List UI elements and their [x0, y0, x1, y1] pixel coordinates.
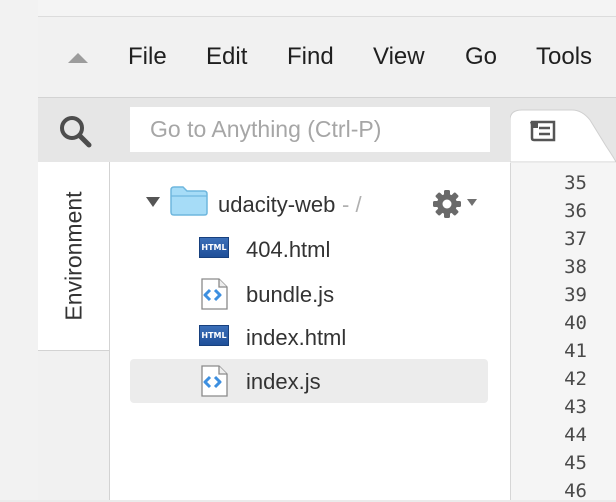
- line-number: 38: [564, 256, 587, 278]
- menu-edit[interactable]: Edit: [206, 43, 247, 71]
- html-file-icon: HTML: [199, 325, 229, 346]
- search-input[interactable]: [130, 107, 490, 152]
- caret-down-icon[interactable]: [146, 197, 160, 207]
- menu-file[interactable]: File: [128, 43, 167, 71]
- top-bar: [38, 0, 616, 17]
- editor-tab-icon: [530, 120, 558, 147]
- line-number: 44: [564, 424, 587, 446]
- editor-tabbar: [510, 98, 616, 162]
- menu-find[interactable]: Find: [287, 43, 334, 71]
- tree-root-folder[interactable]: udacity-web - /: [110, 182, 510, 226]
- file-name: index.js: [246, 369, 321, 394]
- line-number: 43: [564, 396, 587, 418]
- file-name: bundle.js: [246, 282, 335, 307]
- triangle-up-icon[interactable]: [68, 53, 88, 63]
- file-row-index-html[interactable]: HTML index.html: [130, 315, 488, 359]
- line-number: 41: [564, 340, 587, 362]
- gear-dropdown-icon[interactable]: [467, 199, 477, 206]
- gear-icon[interactable]: [432, 189, 462, 224]
- search-row: [38, 98, 510, 162]
- root-folder-path: - /: [342, 192, 362, 217]
- menubar: File Edit Find View Go Tools: [38, 17, 616, 98]
- line-number: 35: [564, 172, 587, 194]
- menu-view[interactable]: View: [373, 43, 425, 71]
- js-file-icon: [200, 278, 228, 315]
- line-number: 36: [564, 200, 587, 222]
- root-folder-name: udacity-web: [218, 192, 336, 217]
- search-icon[interactable]: [58, 114, 94, 150]
- editor-gutter: 35 36 37 38 39 40 41 42 43 44 45 46: [510, 163, 616, 502]
- line-number: 39: [564, 284, 587, 306]
- js-file-icon: [200, 365, 228, 402]
- file-name: 404.html: [246, 237, 331, 262]
- html-file-icon: HTML: [199, 237, 229, 258]
- sidebar-filler: [38, 351, 110, 500]
- line-number: 46: [564, 480, 587, 502]
- menu-tools[interactable]: Tools: [536, 43, 592, 71]
- line-number: 42: [564, 368, 587, 390]
- file-name: index.html: [246, 325, 347, 350]
- line-number: 45: [564, 452, 587, 474]
- file-row-index-js[interactable]: index.js: [130, 359, 488, 403]
- editor-tab[interactable]: [510, 98, 616, 162]
- left-edge-strip: [0, 0, 39, 500]
- folder-icon: [170, 186, 208, 221]
- file-row-bundle-js[interactable]: bundle.js: [130, 272, 488, 316]
- file-row-404-html[interactable]: HTML 404.html: [130, 227, 488, 271]
- menu-go[interactable]: Go: [465, 43, 497, 71]
- environment-tab-label: Environment: [60, 191, 86, 321]
- file-tree: udacity-web - / HTML 404.html bundle.js …: [110, 162, 510, 500]
- line-number: 40: [564, 312, 587, 334]
- line-number: 37: [564, 228, 587, 250]
- tab-environment[interactable]: Environment: [38, 162, 110, 351]
